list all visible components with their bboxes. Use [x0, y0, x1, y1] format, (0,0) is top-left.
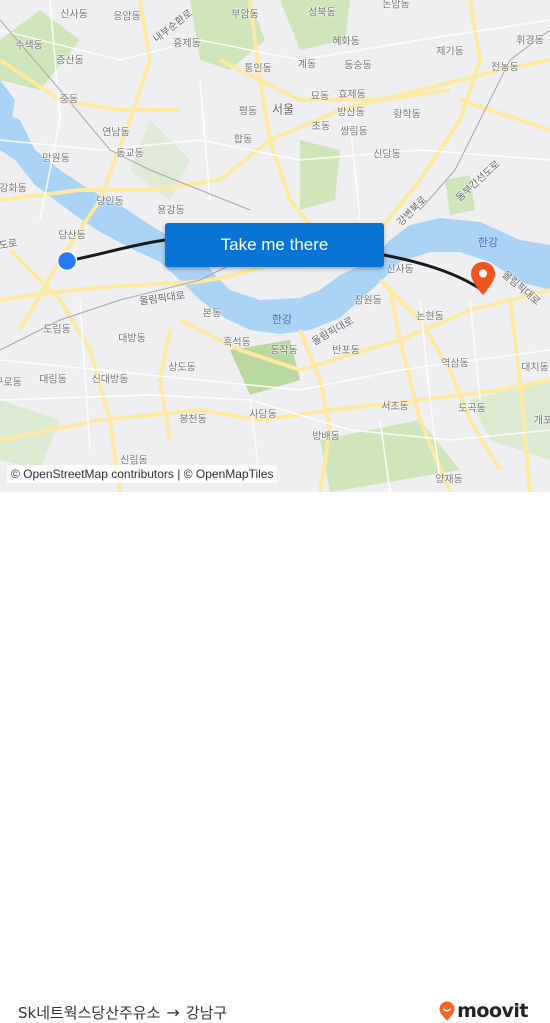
place-label: 논현동	[416, 311, 444, 323]
place-label: 휘경동	[516, 35, 544, 47]
place-label: 수색동	[15, 40, 43, 52]
place-label: 계동	[297, 59, 317, 71]
place-label: 흑석동	[223, 337, 251, 349]
place-label: 반포동	[332, 345, 360, 357]
origin-marker[interactable]	[56, 250, 78, 272]
take-me-there-button[interactable]: Take me there	[165, 223, 384, 267]
place-label: 도림동	[43, 324, 71, 336]
place-label: 평동	[238, 106, 258, 118]
place-label: 개포	[533, 415, 550, 427]
place-label: 사당동	[249, 409, 277, 421]
place-label: 방산동	[337, 107, 365, 119]
place-label: 성북동	[308, 7, 336, 19]
place-label: 동작동	[270, 345, 298, 357]
destination-pin-icon[interactable]	[470, 261, 496, 297]
destination-name: 강남구	[185, 1004, 228, 1022]
place-label: 본동	[202, 308, 222, 320]
place-label: 서울	[271, 102, 295, 117]
place-label: 동숭동	[344, 60, 372, 72]
place-label: 통인동	[244, 63, 272, 75]
place-label: 역삼동	[441, 358, 469, 370]
place-label: 방배동	[312, 431, 340, 443]
place-label: 양재동	[435, 474, 463, 486]
place-label: 당인동	[96, 196, 124, 208]
moovit-pin-icon	[439, 1001, 455, 1021]
place-label: 신대방동	[91, 374, 129, 386]
place-label: 강화동	[0, 183, 27, 195]
place-label: 대방동	[118, 333, 146, 345]
place-label: 구로동	[0, 377, 22, 389]
place-label: 신사동	[60, 9, 88, 21]
place-label: 도곡동	[458, 403, 486, 415]
place-label: 대림동	[39, 374, 67, 386]
place-label: 상도동	[168, 362, 196, 374]
place-label: 홍제동	[173, 38, 201, 50]
place-label: 쌍림동	[340, 126, 368, 138]
place-label: 대치동	[521, 362, 549, 374]
place-label: 혜화동	[332, 36, 360, 48]
place-label: 중동	[59, 94, 79, 106]
place-label: 잠원동	[354, 295, 382, 307]
place-label: 응암동	[113, 11, 141, 23]
route-title: Sk네트웍스당산주유소 → 강남구	[18, 1002, 227, 1023]
water-label: 한강	[477, 236, 499, 249]
arrow-right-icon: →	[166, 1003, 180, 1022]
moovit-logo[interactable]: moovit	[439, 1000, 528, 1022]
moovit-wordmark: moovit	[457, 1000, 528, 1022]
place-label: 신사동	[386, 264, 414, 276]
place-label: 효제동	[338, 89, 366, 101]
park-area	[300, 140, 340, 210]
place-label: 당산동	[58, 230, 86, 242]
footer-bar: Sk네트웍스당산주유소 → 강남구 moovit	[0, 492, 550, 1022]
place-label: 연남동	[102, 127, 130, 139]
place-label: 증산동	[56, 55, 84, 67]
place-label: 황학동	[393, 109, 421, 121]
place-label: 신당동	[373, 149, 401, 161]
place-label: 전농동	[491, 62, 519, 74]
place-label: 서초동	[381, 401, 409, 413]
place-label: 합동	[233, 134, 253, 146]
han-river	[0, 110, 550, 334]
place-label: 초동	[311, 121, 331, 133]
place-label: 부암동	[231, 9, 259, 21]
place-label: 망원동	[42, 153, 70, 165]
place-label: 동교동	[116, 148, 144, 160]
place-label: 돈암동	[382, 0, 410, 11]
map-view[interactable]: 신사동 응암동 부암동 성북동 돈암동 내부순환로 수색동 홍제동 혜화동 제기…	[0, 0, 550, 492]
place-label: 제기동	[436, 46, 464, 58]
place-label: 봉천동	[179, 414, 207, 426]
origin-name: Sk네트웍스당산주유소	[18, 1004, 161, 1022]
map-attribution[interactable]: © OpenStreetMap contributors | © OpenMap…	[7, 465, 278, 483]
place-label: 묘동	[310, 91, 330, 103]
water-label: 한강	[271, 313, 293, 326]
place-label: 용강동	[157, 205, 185, 217]
